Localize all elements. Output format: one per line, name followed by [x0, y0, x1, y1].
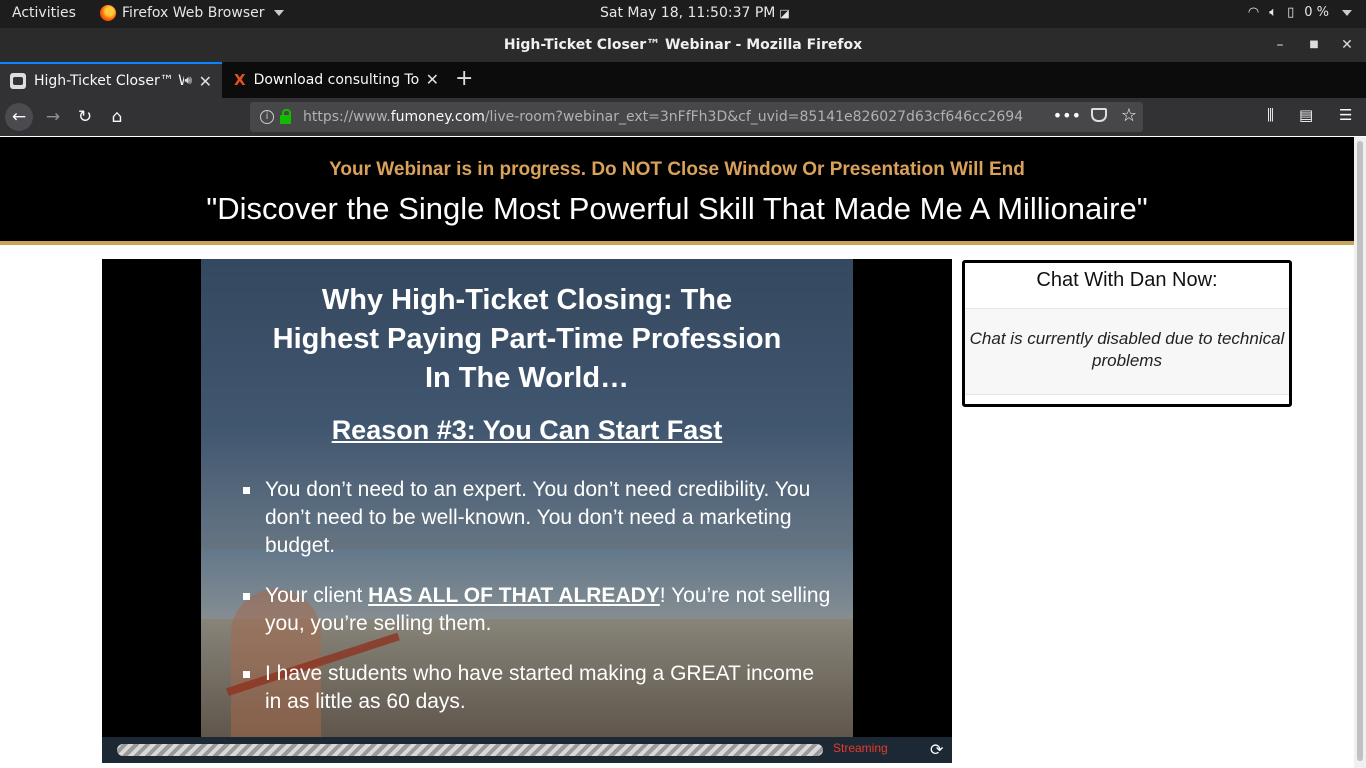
- page-scrollbar[interactable]: [1354, 137, 1366, 768]
- close-tab-button[interactable]: ✕: [426, 70, 439, 89]
- new-tab-button[interactable]: +: [455, 66, 473, 91]
- slide-title-line: In The World…: [424, 362, 630, 394]
- url-path: /live-room?webinar_ext=3nFfFh3D&cf_uvid=…: [484, 109, 1023, 125]
- player-controls: Streaming ⟳: [102, 737, 952, 763]
- webinar-banner: Your Webinar is in progress. Do NOT Clos…: [0, 137, 1354, 245]
- lock-icon[interactable]: [280, 108, 291, 124]
- sidebar-icon[interactable]: ▤: [1299, 106, 1313, 124]
- bullet-emphasis: HAS ALL OF THAT ALREADY: [368, 584, 660, 607]
- bullet-text: Your client: [265, 584, 369, 607]
- close-tab-button[interactable]: ✕: [199, 72, 212, 91]
- slide-title: Why High-Ticket Closing: The Highest Pay…: [201, 281, 853, 398]
- chevron-down-icon: [273, 10, 284, 16]
- webinar-headline: "Discover the Single Most Powerful Skill…: [206, 191, 1148, 226]
- url-bar[interactable]: i https://www.fumoney.com/live-room?webi…: [250, 102, 1143, 132]
- refresh-icon[interactable]: ⟳: [930, 740, 943, 759]
- forward-button[interactable]: →: [39, 103, 67, 131]
- menu-icon[interactable]: ☰: [1339, 106, 1352, 124]
- presentation-slide: Why High-Ticket Closing: The Highest Pay…: [201, 259, 853, 737]
- slide-bullet: I have students who have started making …: [243, 660, 833, 716]
- maximize-button[interactable]: ■: [1305, 36, 1323, 54]
- chat-disabled-message: Chat is currently disabled due to techni…: [965, 309, 1289, 395]
- battery-icon: ▯: [1287, 5, 1295, 20]
- site-favicon-icon: X: [234, 71, 246, 89]
- url-prefix: https://www.: [303, 109, 391, 125]
- url-text[interactable]: https://www.fumoney.com/live-room?webina…: [303, 109, 1023, 125]
- window-title: High-Ticket Closer™ Webinar - Mozilla Fi…: [503, 37, 863, 53]
- system-tray[interactable]: ◠ 🔈︎ ▯ 0 %: [1248, 5, 1352, 20]
- progress-notice: Your Webinar is in progress. Do NOT Clos…: [329, 159, 1025, 180]
- app-menu[interactable]: Firefox Web Browser: [100, 5, 284, 21]
- home-button[interactable]: ⌂: [103, 103, 131, 131]
- system-top-bar: Activities Firefox Web Browser Sat May 1…: [0, 0, 1366, 28]
- chat-title: Chat With Dan Now:: [965, 263, 1289, 309]
- tab-label: Download consulting Tool: [253, 72, 419, 88]
- activities-button[interactable]: Activities: [12, 5, 76, 21]
- stream-progress-bar: [117, 744, 823, 756]
- tab-webinar[interactable]: High-Ticket Closer™ Webinar 🔊︎ ✕: [0, 62, 222, 98]
- close-window-button[interactable]: ✕: [1338, 36, 1356, 54]
- page-actions-icon[interactable]: •••: [1053, 106, 1081, 125]
- page-content: Your Webinar is in progress. Do NOT Clos…: [0, 137, 1366, 768]
- pocket-icon[interactable]: [1091, 108, 1107, 122]
- video-player[interactable]: Why High-Ticket Closing: The Highest Pay…: [102, 259, 952, 763]
- info-icon[interactable]: i: [260, 110, 274, 124]
- site-favicon-icon: [10, 73, 26, 89]
- url-domain: fumoney.com: [390, 109, 485, 125]
- clock-label: Sat May 18, 11:50:37 PM: [600, 5, 776, 21]
- wifi-icon: ◠: [1247, 5, 1260, 20]
- window-title-bar: High-Ticket Closer™ Webinar - Mozilla Fi…: [0, 28, 1366, 62]
- navigation-toolbar: ← → ↻ ⌂ i https://www.fumoney.com/live-r…: [0, 98, 1366, 136]
- bookmark-star-icon[interactable]: ☆: [1121, 105, 1137, 126]
- battery-label: 0 %: [1304, 5, 1329, 20]
- slide-bullet: You don’t need to an expert. You don’t n…: [243, 476, 833, 560]
- reload-button[interactable]: ↻: [71, 103, 99, 131]
- chevron-down-icon: [1342, 9, 1352, 16]
- firefox-icon: [100, 5, 116, 21]
- app-menu-label: Firefox Web Browser: [122, 5, 265, 21]
- minimize-button[interactable]: –: [1271, 36, 1289, 54]
- slide-title-line: Highest Paying Part-Time Profession: [272, 323, 782, 355]
- tab-label: High-Ticket Closer™ Webinar: [34, 73, 184, 89]
- tab-download-consulting[interactable]: X Download consulting Tool ✕: [224, 62, 449, 98]
- notification-icon: ◪: [779, 6, 790, 20]
- chat-panel: Chat With Dan Now: Chat is currently dis…: [962, 260, 1292, 407]
- slide-bullet: Your client HAS ALL OF THAT ALREADY! You…: [243, 582, 833, 638]
- slide-subtitle: Reason #3: You Can Start Fast: [331, 415, 723, 445]
- scrollbar-thumb[interactable]: [1357, 141, 1363, 761]
- tab-strip: High-Ticket Closer™ Webinar 🔊︎ ✕ X Downl…: [0, 62, 1366, 98]
- library-icon[interactable]: ⫼: [1267, 106, 1274, 124]
- streaming-status: Streaming: [833, 741, 888, 755]
- slide-title-line: Why High-Ticket Closing: The: [321, 284, 733, 316]
- speaker-icon[interactable]: 🔊︎: [184, 73, 192, 88]
- back-button[interactable]: ←: [5, 103, 33, 131]
- slide-bullet-list: You don’t need to an expert. You don’t n…: [243, 476, 833, 737]
- clock[interactable]: Sat May 18, 11:50:37 PM ◪: [600, 5, 790, 21]
- volume-icon: 🔈︎: [1269, 5, 1278, 20]
